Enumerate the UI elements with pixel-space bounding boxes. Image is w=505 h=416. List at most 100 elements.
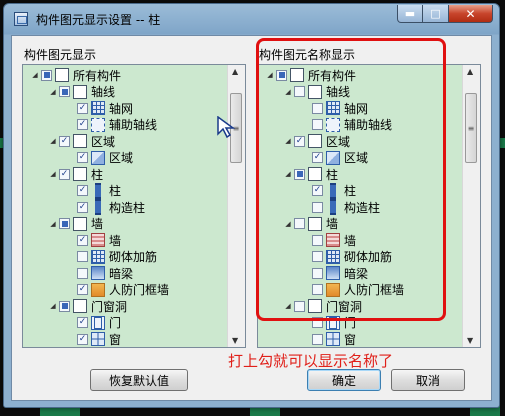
checkbox[interactable]: ✓: [77, 119, 88, 130]
tree-item-label: 轴线: [91, 85, 116, 99]
checkbox[interactable]: ✓: [77, 284, 88, 295]
col-icon: [91, 200, 105, 214]
cancel-button[interactable]: 取消: [391, 369, 465, 391]
tree-item-label: 门窗洞: [91, 299, 128, 314]
win-icon: [91, 332, 105, 346]
tree-item-label: 暗梁: [109, 266, 134, 281]
doc-icon: [73, 299, 87, 313]
tree-item-label: 人防门框墙: [109, 283, 170, 297]
tree-item-label: 辅助轴线: [109, 118, 158, 132]
scroll-down-arrow-icon[interactable]: ▼: [467, 336, 473, 345]
tree-item[interactable]: ◢ ✓ 区域: [49, 133, 115, 149]
doc-icon: [55, 68, 69, 82]
aux-icon: [91, 117, 105, 132]
checkbox[interactable]: ✓: [77, 333, 88, 345]
checkbox[interactable]: ✓: [77, 234, 88, 246]
grid-icon: [91, 249, 105, 264]
expand-triangle-icon[interactable]: ◢: [49, 88, 57, 96]
checkbox[interactable]: ✓: [59, 168, 70, 180]
dialog-title: 构件图元显示设置 -- 柱: [36, 13, 161, 27]
doc-icon: [73, 84, 87, 99]
tree-item[interactable]: ◢ 所有构件: [31, 67, 121, 83]
scroll-up-arrow-icon[interactable]: ▲: [232, 67, 238, 76]
tree-item-label: 窗: [109, 332, 122, 347]
expand-triangle-icon[interactable]: ◢: [49, 302, 57, 310]
left-group: 构件图元显示 ◢ 所有构件 ◢ 轴线 ✓ 轴网 ✓ 辅助轴线 ◢ ✓ 区域 ✓ 区域 ◢ ✓ 柱 ✓ 柱 ✓ 构造柱 ◢…: [22, 38, 246, 348]
tree-item-label: 区域: [109, 151, 134, 165]
checkbox[interactable]: [59, 218, 70, 229]
tree-item[interactable]: ✓ 门: [67, 315, 121, 331]
maximize-button[interactable]: □: [423, 5, 449, 23]
highlight-box: [256, 38, 446, 321]
checkbox[interactable]: ✓: [77, 317, 88, 328]
tree-item[interactable]: ✓ 轴网: [67, 100, 133, 116]
tree-item[interactable]: ✓ 构造柱: [67, 199, 145, 215]
tree-item[interactable]: ✓ 人防门框墙: [67, 282, 169, 298]
close-button[interactable]: ✕: [449, 5, 493, 23]
checkbox[interactable]: [41, 69, 52, 81]
minimize-button[interactable]: ▬: [397, 5, 423, 23]
checkbox[interactable]: ✓: [77, 102, 88, 114]
ok-button[interactable]: 确定: [307, 369, 381, 391]
app-icon: [14, 12, 28, 26]
tree-item-label: 墙: [109, 233, 122, 248]
tree-item-label: 窗: [344, 332, 357, 347]
doc-icon: [73, 216, 87, 231]
tree-item[interactable]: 暗梁: [67, 265, 133, 281]
tree-item-label: 柱: [109, 184, 122, 198]
tree-item-label: 柱: [91, 167, 104, 182]
tree-item[interactable]: ◢ 门窗洞: [49, 298, 127, 314]
region-icon: [91, 150, 105, 165]
scroll-down-arrow-icon[interactable]: ▼: [232, 336, 238, 345]
doc-icon: [73, 134, 87, 148]
mouse-cursor-icon: [217, 116, 236, 138]
tree-item[interactable]: ✓ 窗: [67, 331, 121, 347]
tree-item[interactable]: ✓ 区域: [67, 150, 133, 166]
annotation-text: 打上勾就可以显示名称了: [228, 352, 394, 370]
left-panel-title: 构件图元显示: [24, 48, 97, 62]
checkbox[interactable]: [59, 300, 70, 312]
tree-item-label: 所有构件: [73, 68, 122, 83]
tree-item[interactable]: ✓ 柱: [67, 183, 121, 199]
tree-item-label: 区域: [91, 134, 116, 149]
tree-item[interactable]: 砌体加筋: [67, 249, 157, 265]
beam-icon: [91, 266, 105, 280]
expand-triangle-icon[interactable]: ◢: [49, 170, 57, 178]
checkbox[interactable]: ✓: [77, 201, 88, 213]
checkbox[interactable]: [77, 267, 88, 279]
scroll-up-arrow-icon[interactable]: ▲: [467, 67, 473, 76]
title-bar[interactable]: 构件图元显示设置 -- 柱 ▬ □ ✕: [4, 4, 499, 35]
tree-item[interactable]: ◢ 墙: [49, 216, 103, 232]
checkbox[interactable]: [312, 333, 323, 345]
scroll-thumb[interactable]: ≡: [465, 93, 477, 163]
display-tree[interactable]: ◢ 所有构件 ◢ 轴线 ✓ 轴网 ✓ 辅助轴线 ◢ ✓ 区域 ✓ 区域 ◢ ✓ 柱 ✓ 柱 ✓ 构造柱 ◢ 墙 ✓ 墙砌体加筋…: [22, 64, 246, 348]
grid-icon: [91, 101, 105, 115]
tree-item[interactable]: ✓ 墙: [67, 232, 121, 248]
expand-triangle-icon[interactable]: ◢: [49, 220, 57, 228]
tree-item[interactable]: ✓ 辅助轴线: [67, 117, 157, 133]
tree-item-label: 门: [109, 316, 122, 330]
vertical-scrollbar[interactable]: ▲ ≡ ▼: [227, 65, 245, 347]
checkbox[interactable]: [77, 251, 88, 262]
tree-item-label: 构造柱: [109, 200, 146, 215]
expand-triangle-icon[interactable]: ◢: [49, 137, 57, 145]
tree-item[interactable]: ◢ ✓ 柱: [49, 166, 103, 182]
checkbox[interactable]: ✓: [77, 185, 88, 196]
checkbox[interactable]: [59, 86, 70, 97]
expand-triangle-icon[interactable]: ◢: [31, 71, 39, 79]
door-icon: [91, 315, 105, 330]
window-controls: ▬ □ ✕: [397, 5, 493, 23]
checkbox[interactable]: ✓: [77, 152, 88, 163]
restore-default-button[interactable]: 恢复默认值: [90, 369, 188, 391]
col-icon: [91, 184, 105, 198]
tree-item-label: 砌体加筋: [109, 250, 158, 264]
vertical-scrollbar[interactable]: ▲ ≡ ▼: [462, 65, 480, 347]
civ-icon: [91, 282, 105, 297]
tree-item[interactable]: ◢ 轴线: [49, 84, 115, 100]
doc-icon: [73, 167, 87, 181]
checkbox[interactable]: ✓: [59, 135, 70, 147]
wall-icon: [91, 233, 105, 247]
tree-item[interactable]: 窗: [302, 331, 356, 347]
tree-item-label: 墙: [91, 217, 104, 231]
tree-item-label: 轴网: [109, 101, 134, 116]
